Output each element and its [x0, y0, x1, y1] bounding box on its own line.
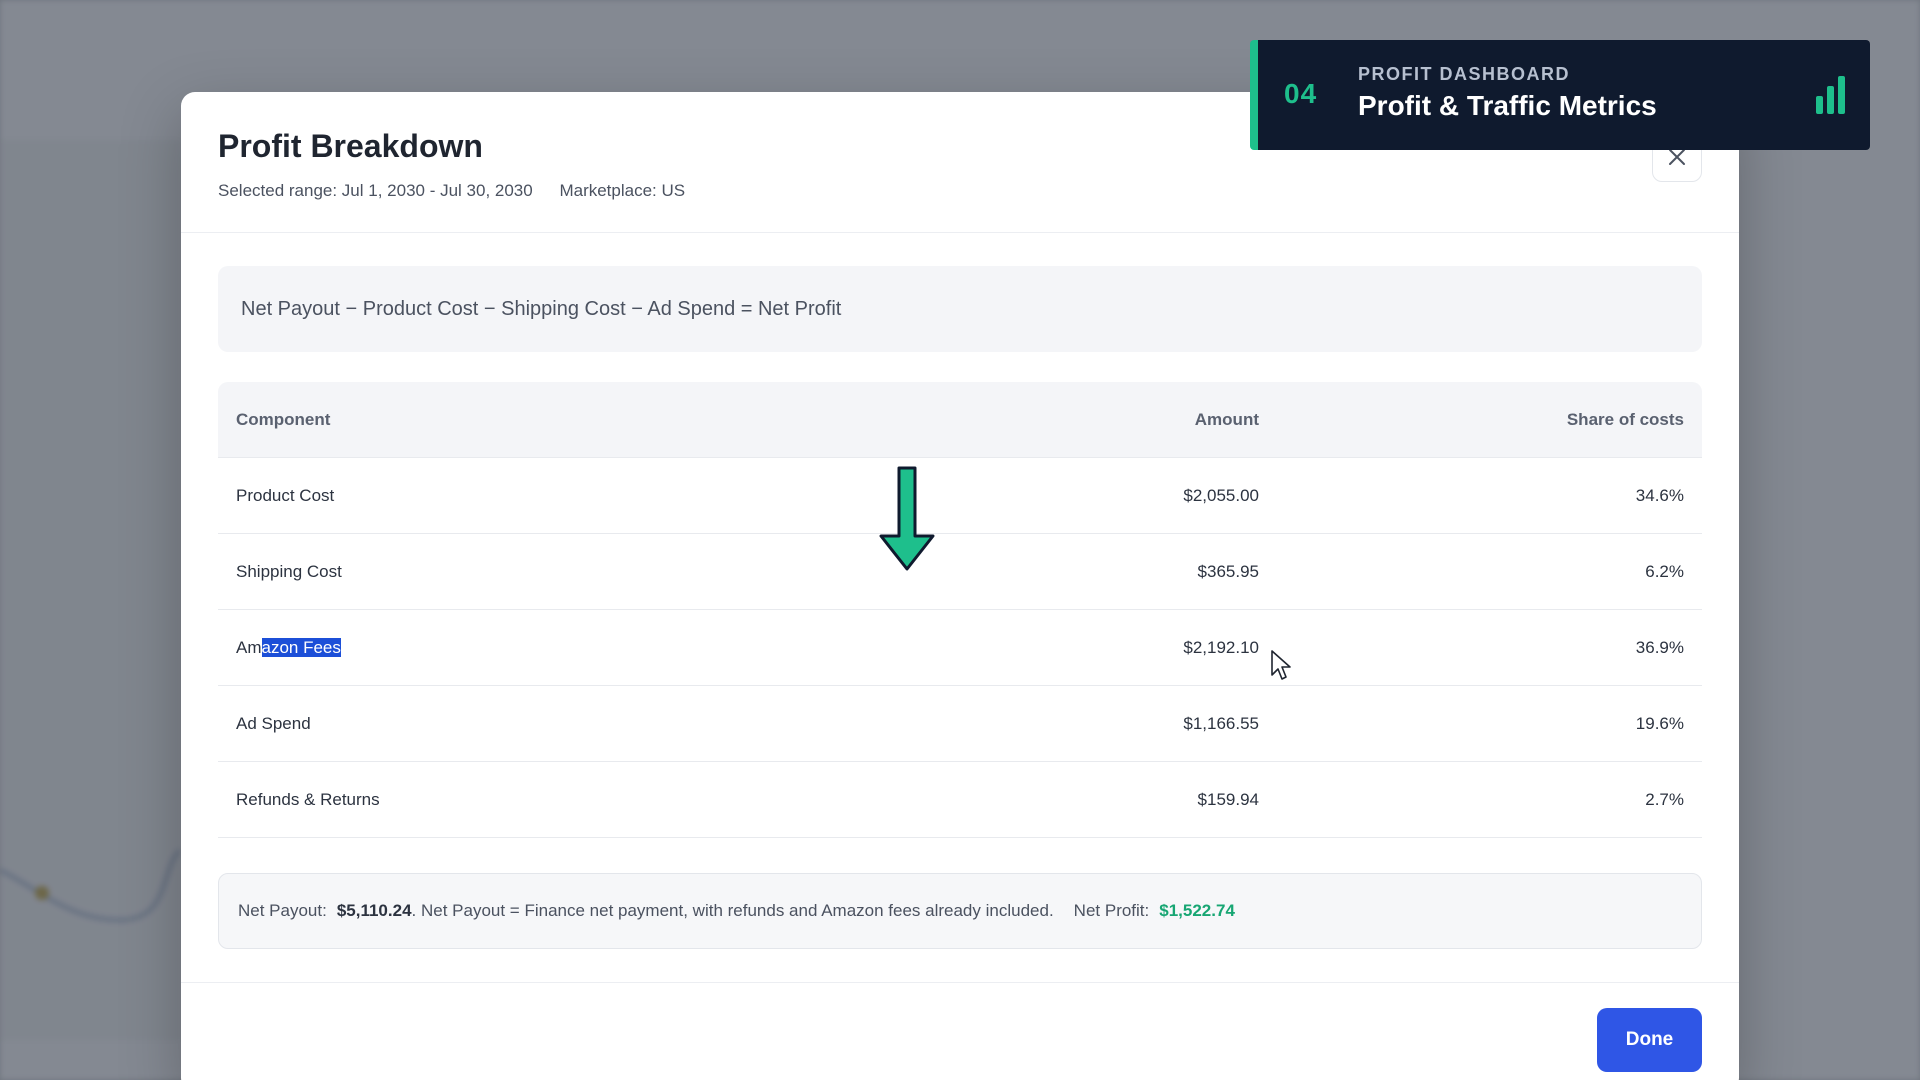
marketplace: Marketplace: US: [559, 181, 686, 200]
table-row: Amazon Fees $2,192.10 36.9%: [218, 610, 1702, 686]
cell-component: Shipping Cost: [236, 561, 342, 581]
cell-share: 34.6%: [1635, 485, 1684, 505]
profit-value: $1,522.74: [1159, 901, 1235, 920]
payout-label: Net Payout:: [238, 901, 327, 920]
cell-amount: $1,166.55: [1183, 713, 1259, 733]
table-header: Component Amount Share of costs: [218, 382, 1702, 458]
cell-component: Product Cost: [236, 485, 335, 505]
cell-share: 6.2%: [1645, 561, 1684, 581]
cell-amount: $2,192.10: [1183, 637, 1259, 657]
cell-component[interactable]: Amazon Fees: [236, 637, 979, 658]
summary-box: Net Payout: $5,110.24. Net Payout = Finan…: [218, 873, 1702, 949]
bar-chart-icon: [1816, 76, 1845, 114]
profit-breakdown-modal: Profit Breakdown Selected range: Jul 1, …: [181, 92, 1739, 1080]
modal-subtitle: Selected range: Jul 1, 2030 - Jul 30, 20…: [218, 181, 707, 201]
unselected-text: Am: [236, 637, 262, 657]
done-button[interactable]: Done: [1597, 1008, 1702, 1072]
modal-footer: [181, 982, 1739, 1080]
formula-text: Net Payout − Product Cost − Shipping Cos…: [241, 297, 842, 320]
cell-component: Refunds & Returns: [236, 789, 380, 809]
banner-kicker: PROFIT DASHBOARD: [1358, 64, 1570, 84]
formula-box: Net Payout − Product Cost − Shipping Cos…: [218, 266, 1702, 352]
cell-amount: $159.94: [1197, 789, 1259, 809]
cell-amount: $2,055.00: [1183, 485, 1259, 505]
mouse-cursor-icon: [1271, 650, 1291, 680]
modal-title: Profit Breakdown: [218, 128, 483, 164]
down-arrow-icon: [879, 466, 935, 571]
cell-share: 36.9%: [1635, 637, 1684, 657]
cell-share: 19.6%: [1635, 713, 1684, 733]
text-selection-highlight[interactable]: azon Fees: [261, 637, 341, 657]
profit-label: Net Profit:: [1073, 901, 1150, 920]
payout-note: . Net Payout = Finance net payment, with…: [411, 901, 1054, 920]
cell-amount: $365.95: [1197, 561, 1259, 581]
header-amount: Amount: [1194, 409, 1259, 429]
cell-share: 2.7%: [1645, 789, 1684, 809]
breakdown-table: Component Amount Share of costs Product …: [218, 382, 1702, 838]
selected-range: Selected range: Jul 1, 2030 - Jul 30, 20…: [218, 181, 533, 200]
table-row: Refunds & Returns $159.94 2.7%: [218, 762, 1702, 838]
cell-component: Ad Spend: [236, 713, 311, 733]
section-banner: 04 PROFIT DASHBOARD Profit & Traffic Met…: [1250, 40, 1870, 150]
banner-title: Profit & Traffic Metrics: [1358, 90, 1657, 121]
banner-number: 04: [1284, 78, 1318, 109]
close-icon: [1669, 149, 1685, 165]
payout-value: $5,110.24: [336, 901, 412, 920]
header-share: Share of costs: [1566, 409, 1684, 429]
header-component: Component: [236, 409, 331, 429]
table-row: Shipping Cost $365.95 6.2%: [218, 534, 1702, 610]
table-row: Ad Spend $1,166.55 19.6%: [218, 686, 1702, 762]
table-row: Product Cost $2,055.00 34.6%: [218, 458, 1702, 534]
